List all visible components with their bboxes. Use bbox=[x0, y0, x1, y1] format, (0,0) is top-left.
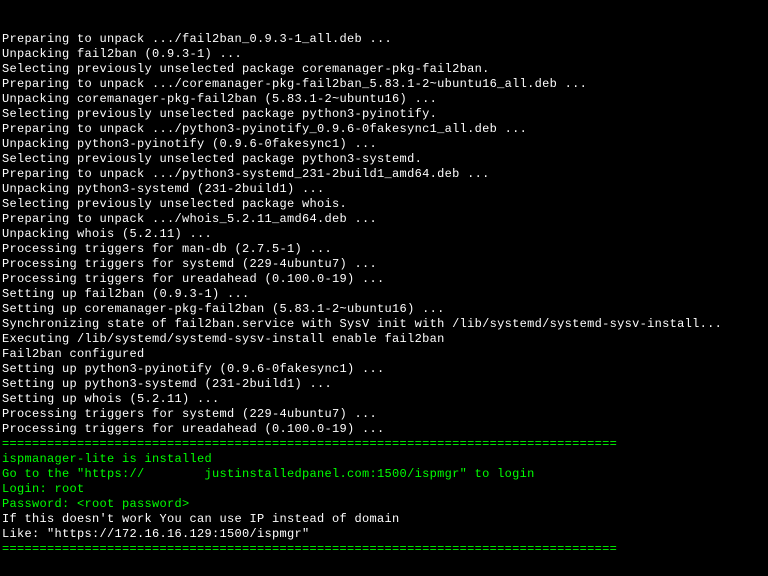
terminal-line: Preparing to unpack .../fail2ban_0.9.3-1… bbox=[2, 32, 768, 47]
terminal-line: Like: "https://172.16.16.129:1500/ispmgr… bbox=[2, 527, 768, 542]
terminal-line: Synchronizing state of fail2ban.service … bbox=[2, 317, 768, 332]
terminal-line: Selecting previously unselected package … bbox=[2, 197, 768, 212]
terminal-line: Processing triggers for systemd (229-4ub… bbox=[2, 407, 768, 422]
terminal-line: Preparing to unpack .../coremanager-pkg-… bbox=[2, 77, 768, 92]
terminal-line: Setting up coremanager-pkg-fail2ban (5.8… bbox=[2, 302, 768, 317]
terminal-line: Selecting previously unselected package … bbox=[2, 152, 768, 167]
terminal-line: Unpacking coremanager-pkg-fail2ban (5.83… bbox=[2, 92, 768, 107]
terminal-line: Executing /lib/systemd/systemd-sysv-inst… bbox=[2, 332, 768, 347]
terminal-line: Processing triggers for man-db (2.7.5-1)… bbox=[2, 242, 768, 257]
terminal-line: Setting up python3-pyinotify (0.9.6-0fak… bbox=[2, 362, 768, 377]
terminal-line: If this doesn't work You can use IP inst… bbox=[2, 512, 768, 527]
terminal-line: Unpacking python3-pyinotify (0.9.6-0fake… bbox=[2, 137, 768, 152]
terminal-line: Preparing to unpack .../python3-pyinotif… bbox=[2, 122, 768, 137]
terminal-line: Unpacking fail2ban (0.9.3-1) ... bbox=[2, 47, 768, 62]
terminal-line: Processing triggers for ureadahead (0.10… bbox=[2, 422, 768, 437]
output-lines: Preparing to unpack .../fail2ban_0.9.3-1… bbox=[2, 32, 768, 557]
terminal-line: Setting up fail2ban (0.9.3-1) ... bbox=[2, 287, 768, 302]
terminal-line: ========================================… bbox=[2, 542, 768, 557]
terminal-line: Setting up python3-systemd (231-2build1)… bbox=[2, 377, 768, 392]
terminal-line: Selecting previously unselected package … bbox=[2, 107, 768, 122]
terminal-line: Fail2ban configured bbox=[2, 347, 768, 362]
terminal-line: ========================================… bbox=[2, 437, 768, 452]
terminal-line: ispmanager-lite is installed bbox=[2, 452, 768, 467]
terminal-line: Login: root bbox=[2, 482, 768, 497]
terminal-line: Unpacking python3-systemd (231-2build1) … bbox=[2, 182, 768, 197]
terminal-line: Setting up whois (5.2.11) ... bbox=[2, 392, 768, 407]
terminal-output[interactable]: Preparing to unpack .../fail2ban_0.9.3-1… bbox=[0, 0, 768, 576]
terminal-line: Processing triggers for ureadahead (0.10… bbox=[2, 272, 768, 287]
terminal-line: Preparing to unpack .../python3-systemd_… bbox=[2, 167, 768, 182]
terminal-line: Go to the "https:// justinstalledpanel.c… bbox=[2, 467, 768, 482]
terminal-line: Password: <root password> bbox=[2, 497, 768, 512]
terminal-line: Unpacking whois (5.2.11) ... bbox=[2, 227, 768, 242]
terminal-line: Processing triggers for systemd (229-4ub… bbox=[2, 257, 768, 272]
terminal-line: Selecting previously unselected package … bbox=[2, 62, 768, 77]
terminal-line: Preparing to unpack .../whois_5.2.11_amd… bbox=[2, 212, 768, 227]
